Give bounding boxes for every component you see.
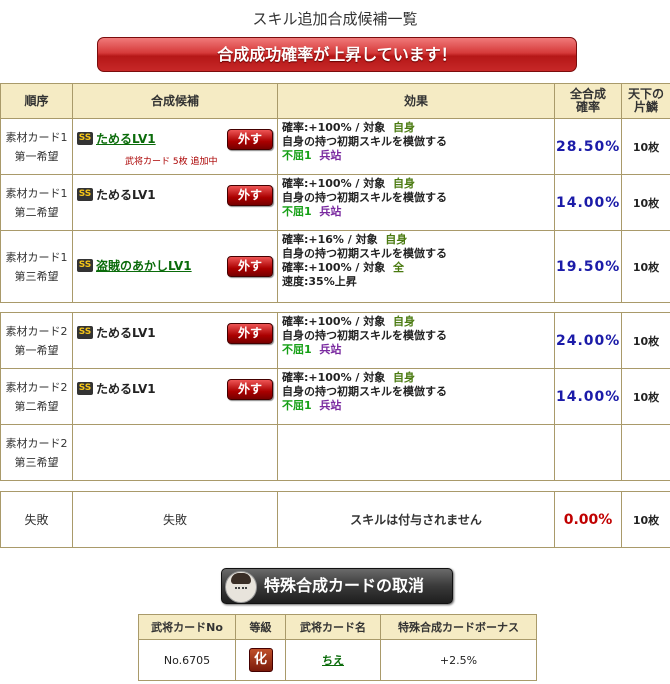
tenka-cell: 10枚 — [621, 118, 670, 175]
cancel-special-card-label: 特殊合成カードの取消 — [264, 576, 425, 595]
ss-rank-icon: SS — [77, 259, 93, 272]
effect-cell: 確率:+100% / 対象 自身 自身の持つ初期スキルを模倣する 不屈1 兵站 — [277, 174, 555, 231]
card-name-cell: ちえ — [285, 639, 381, 681]
failure-candidate: 失敗 — [72, 491, 278, 548]
skill-name: ためるLV1 — [96, 188, 156, 202]
rank-badge-icon: 化 — [248, 648, 273, 672]
header-rate: 全合成 確率 — [554, 83, 622, 119]
header-card-no: 武将カードNo — [138, 614, 236, 640]
order-cell: 素材カード2 第三希望 — [0, 424, 73, 481]
failure-effect: スキルは付与されません — [277, 491, 555, 548]
skill-name: ためるLV1 — [96, 382, 156, 396]
tenka-cell: 10枚 — [621, 230, 670, 303]
effect-cell — [277, 424, 555, 481]
rank-cell: 化 — [235, 639, 286, 681]
effect-cell: 確率:+100% / 対象 自身 自身の持つ初期スキルを模倣する 不屈1 兵站 — [277, 312, 555, 369]
ss-rank-icon: SS — [77, 188, 93, 201]
candidate-table-2: 素材カード2 第一希望 SS ためるLV1 外す 確率:+100% / 対象 自身 … — [0, 312, 670, 481]
remove-button[interactable]: 外す — [227, 323, 273, 344]
remove-button[interactable]: 外す — [227, 129, 273, 150]
effect-cell: 確率:+100% / 対象 自身 自身の持つ初期スキルを模倣する 不屈1 兵站 — [277, 368, 555, 425]
tenka-cell: 10枚 — [621, 368, 670, 425]
tenka-cell: 10枚 — [621, 312, 670, 369]
remove-button[interactable]: 外す — [227, 185, 273, 206]
bonus-row: No.6705 化 ちえ +2.5% — [138, 639, 537, 681]
order-cell: 素材カード2 第二希望 — [0, 368, 73, 425]
rate-cell: 19.50% — [554, 230, 622, 303]
header-card-name: 武将カード名 — [285, 614, 381, 640]
ss-rank-icon: SS — [77, 326, 93, 339]
order-cell: 素材カード1 第二希望 — [0, 174, 73, 231]
header-bonus: 特殊合成カードボーナス — [380, 614, 537, 640]
page-title: スキル追加合成候補一覧 — [252, 10, 418, 28]
remove-button[interactable]: 外す — [227, 379, 273, 400]
bonus-header-row: 武将カードNo 等級 武将カード名 特殊合成カードボーナス — [138, 614, 537, 640]
remove-button[interactable]: 外す — [227, 256, 273, 277]
special-card-bonus-table: 武将カードNo 等級 武将カード名 特殊合成カードボーナス No.6705 化 … — [138, 614, 537, 681]
rate-cell: 28.50% — [554, 118, 622, 175]
general-portrait-icon — [225, 571, 257, 603]
candidate-cell — [72, 424, 278, 481]
candidate-cell: SS ためるLV1 外す 武将カード 5枚 追加中 — [72, 118, 278, 175]
tenka-cell — [621, 424, 670, 481]
card-no: No.6705 — [138, 639, 236, 681]
failure-row: 失敗 失敗 スキルは付与されません 0.00% 10枚 — [0, 491, 670, 548]
header-candidate: 合成候補 — [72, 83, 278, 119]
bonus-value: +2.5% — [380, 639, 537, 681]
header-order: 順序 — [0, 83, 73, 119]
added-cards-note: 武将カード 5枚 追加中 — [125, 157, 218, 167]
failure-rate: 0.00% — [554, 491, 622, 548]
cancel-special-card-button[interactable]: 特殊合成カードの取消 — [221, 568, 453, 604]
table-row: 素材カード2 第二希望 SS ためるLV1 外す 確率:+100% / 対象 自身 … — [0, 368, 670, 425]
candidate-cell: SS ためるLV1 外す — [72, 312, 278, 369]
candidate-cell: SS ためるLV1 外す — [72, 174, 278, 231]
success-rate-banner: 合成成功確率が上昇しています！ — [97, 37, 577, 72]
order-cell: 素材カード1 第一希望 — [0, 118, 73, 175]
skill-link[interactable]: 盗賊のあかしLV1 — [96, 259, 192, 273]
table-row: 素材カード1 第二希望 SS ためるLV1 外す 確率:+100% / 対象 自身 … — [0, 174, 670, 231]
skill-name: ためるLV1 — [96, 326, 156, 340]
header-rank: 等級 — [235, 614, 286, 640]
failure-order: 失敗 — [0, 491, 73, 548]
table-row: 素材カード2 第一希望 SS ためるLV1 外す 確率:+100% / 対象 自身 … — [0, 312, 670, 369]
failure-tenka: 10枚 — [621, 491, 670, 548]
rate-cell — [554, 424, 622, 481]
card-name-link[interactable]: ちえ — [322, 654, 344, 667]
tenka-cell: 10枚 — [621, 174, 670, 231]
candidate-cell: SS 盗賊のあかしLV1 外す — [72, 230, 278, 303]
ss-rank-icon: SS — [77, 382, 93, 395]
ss-rank-icon: SS — [77, 132, 93, 145]
table-row: 素材カード1 第一希望 SS ためるLV1 外す 武将カード 5枚 追加中 確率:+… — [0, 118, 670, 175]
header-tenka: 天下の 片鱗 — [621, 83, 670, 119]
table-row: 素材カード2 第三希望 — [0, 424, 670, 481]
effect-cell: 確率:+16% / 対象 自身 自身の持つ初期スキルを模倣する 確率:+100%… — [277, 230, 555, 303]
candidate-cell: SS ためるLV1 外す — [72, 368, 278, 425]
table-header-row: 順序 合成候補 効果 全合成 確率 天下の 片鱗 — [0, 83, 670, 119]
order-cell: 素材カード1 第三希望 — [0, 230, 73, 303]
skill-link[interactable]: ためるLV1 — [96, 132, 156, 146]
rate-cell: 24.00% — [554, 312, 622, 369]
table-row: 素材カード1 第三希望 SS 盗賊のあかしLV1 外す 確率:+16% / 対象 自… — [0, 230, 670, 303]
rate-cell: 14.00% — [554, 174, 622, 231]
order-cell: 素材カード2 第一希望 — [0, 312, 73, 369]
header-effect: 効果 — [277, 83, 555, 119]
failure-table: 失敗 失敗 スキルは付与されません 0.00% 10枚 — [0, 491, 670, 548]
effect-cell: 確率:+100% / 対象 自身 自身の持つ初期スキルを模倣する 不屈1 兵站 — [277, 118, 555, 175]
candidate-table-1: 順序 合成候補 効果 全合成 確率 天下の 片鱗 素材カード1 第一希望 SS ためるL… — [0, 83, 670, 303]
rate-cell: 14.00% — [554, 368, 622, 425]
